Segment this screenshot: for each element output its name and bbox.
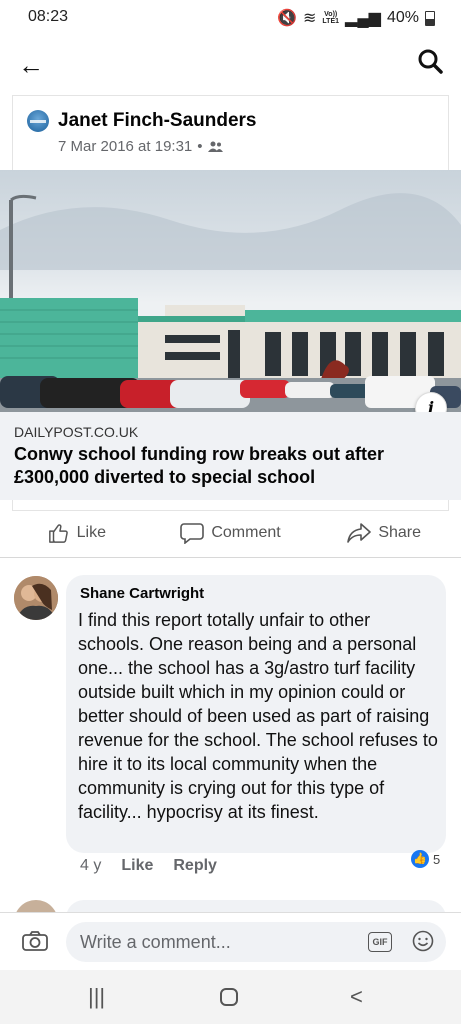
post-actions: Like Comment Share bbox=[0, 512, 461, 554]
battery-icon bbox=[425, 10, 435, 26]
recent-apps-icon[interactable]: ||| bbox=[88, 984, 105, 1010]
system-back-icon[interactable]: < bbox=[350, 984, 363, 1010]
comment-meta: 4 y Like Reply bbox=[80, 857, 217, 875]
gif-icon[interactable]: GIF bbox=[368, 932, 392, 952]
comment-input[interactable]: Write a comment... GIF bbox=[66, 922, 446, 962]
link-domain: DAILYPOST.CO.UK bbox=[14, 424, 139, 440]
system-nav-bar: ||| < bbox=[0, 970, 461, 1024]
signal-icon: ▂▄▆ bbox=[345, 10, 381, 27]
link-preview-text[interactable]: DAILYPOST.CO.UK Conwy school funding row… bbox=[0, 412, 461, 500]
meta-separator: • bbox=[197, 138, 203, 155]
like-button[interactable]: Like bbox=[0, 512, 154, 554]
mute-icon: 🔇 bbox=[277, 10, 297, 27]
commenter-name[interactable]: Shane Cartwright bbox=[80, 585, 204, 602]
author-avatar[interactable] bbox=[27, 110, 49, 132]
comment-reactions[interactable]: 👍 5 bbox=[411, 850, 440, 868]
comment-button[interactable]: Comment bbox=[154, 512, 308, 554]
comment-age: 4 y bbox=[80, 857, 102, 874]
status-time: 08:23 bbox=[28, 8, 69, 25]
like-label: Like bbox=[76, 524, 107, 541]
link-preview-image[interactable]: i bbox=[0, 170, 461, 412]
post-author[interactable]: Janet Finch-Saunders bbox=[58, 110, 257, 132]
thumbs-up-icon bbox=[48, 524, 68, 543]
post-header: Janet Finch-Saunders 7 Mar 2016 at 19:31… bbox=[12, 95, 449, 170]
like-reaction-icon: 👍 bbox=[411, 850, 429, 868]
volte-icon: Vo)) LTE1 bbox=[322, 11, 340, 25]
reaction-count: 5 bbox=[433, 851, 441, 867]
share-button[interactable]: Share bbox=[307, 512, 461, 554]
battery-text: 40% bbox=[386, 9, 419, 26]
wifi-icon: ≋ bbox=[303, 10, 317, 27]
home-icon[interactable] bbox=[219, 986, 239, 1012]
card-bottom-border bbox=[12, 500, 449, 511]
commenter-avatar[interactable] bbox=[14, 576, 58, 620]
top-nav: ← bbox=[0, 36, 461, 90]
camera-icon[interactable] bbox=[22, 931, 48, 951]
search-icon[interactable] bbox=[417, 48, 443, 74]
comment-text: I find this report totally unfair to oth… bbox=[78, 610, 438, 822]
comment-placeholder: Write a comment... bbox=[80, 932, 231, 952]
actions-divider bbox=[0, 557, 461, 558]
back-arrow-icon[interactable]: ← bbox=[18, 50, 44, 81]
comment-bubble[interactable]: Shane Cartwright I find this report tota… bbox=[66, 575, 446, 853]
commenter-photo bbox=[14, 576, 58, 620]
share-icon bbox=[347, 523, 372, 543]
comment-label: Comment bbox=[211, 524, 281, 541]
school-photo bbox=[0, 193, 461, 412]
emoji-icon[interactable] bbox=[412, 930, 434, 952]
comment-icon bbox=[180, 523, 205, 544]
link-headline: Conwy school funding row breaks out afte… bbox=[14, 444, 385, 487]
share-label: Share bbox=[378, 524, 422, 541]
comment-composer: Write a comment... GIF bbox=[0, 912, 461, 971]
friends-icon bbox=[207, 141, 223, 152]
status-bar: 08:23 🔇 ≋ Vo)) LTE1 ▂▄▆ 40% bbox=[0, 0, 461, 36]
comment-reply-button[interactable]: Reply bbox=[173, 857, 217, 875]
status-icons: 🔇 ≋ Vo)) LTE1 ▂▄▆ 40% bbox=[277, 8, 435, 28]
post-meta: 7 Mar 2016 at 19:31 • bbox=[58, 138, 223, 155]
comment-like-button[interactable]: Like bbox=[121, 857, 153, 875]
post-timestamp[interactable]: 7 Mar 2016 at 19:31 bbox=[58, 138, 192, 155]
